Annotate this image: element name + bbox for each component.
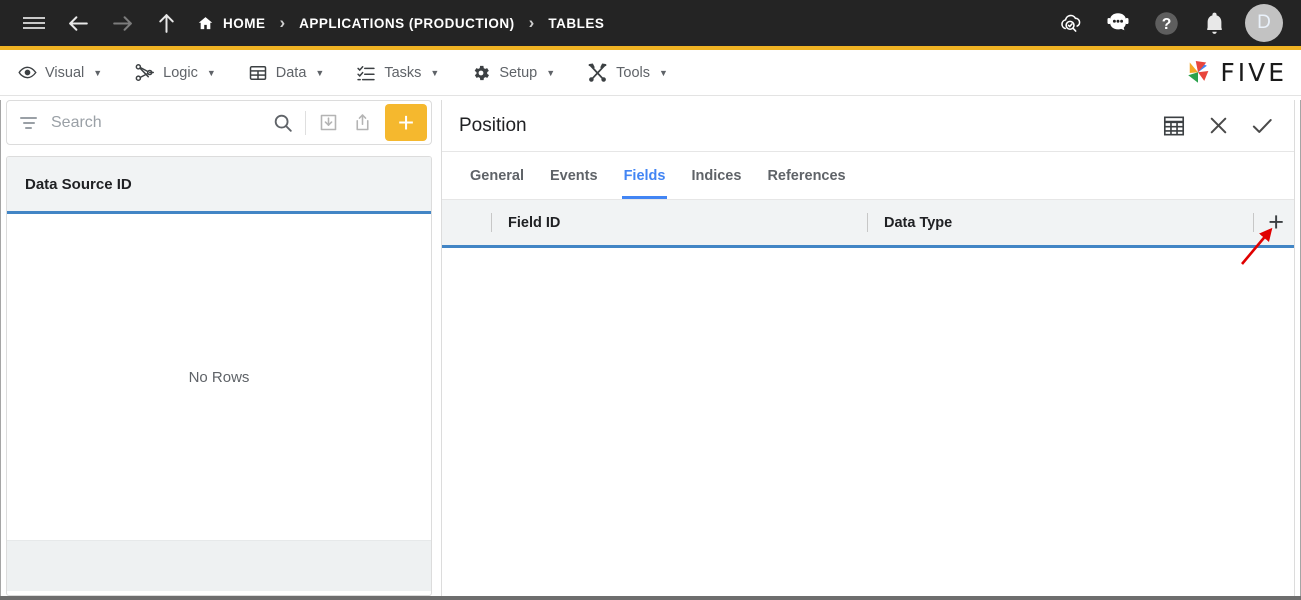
cloud-check-icon[interactable]: [1053, 6, 1087, 40]
records-sidebar: + Data Source ID No Rows: [6, 100, 432, 596]
records-list-body: No Rows: [7, 214, 431, 540]
fields-table-actions: +: [1253, 209, 1284, 236]
breadcrumb-item-applications[interactable]: APPLICATIONS (PRODUCTION): [299, 16, 515, 31]
add-field-button[interactable]: +: [1268, 209, 1284, 236]
detail-header: Position: [442, 100, 1294, 152]
user-avatar[interactable]: D: [1245, 4, 1283, 42]
tab-indices[interactable]: Indices: [678, 152, 754, 199]
menu-item-tools[interactable]: Tools ▼: [571, 50, 684, 96]
chevron-down-icon: ▼: [315, 68, 324, 78]
chevron-down-icon: ▼: [93, 68, 102, 78]
breadcrumb-item-tables[interactable]: TABLES: [548, 16, 604, 31]
breadcrumb-label: HOME: [223, 16, 266, 31]
help-icon[interactable]: ?: [1149, 6, 1183, 40]
up-button[interactable]: [149, 6, 183, 40]
window-bottom-border: [0, 596, 1301, 600]
menu-item-logic[interactable]: Logic ▼: [118, 50, 232, 96]
fields-table-header: Field ID Data Type +: [442, 200, 1294, 248]
column-header-data-source-id[interactable]: Data Source ID: [25, 176, 132, 193]
filter-icon[interactable]: [20, 117, 37, 129]
checklist-icon: [356, 63, 376, 83]
breadcrumb-item-home[interactable]: HOME: [197, 15, 266, 32]
menu-label: Data: [276, 65, 307, 81]
page-title: Position: [459, 115, 527, 137]
records-list-card: Data Source ID No Rows: [6, 156, 432, 596]
close-icon[interactable]: [1198, 106, 1238, 146]
menu-label: Logic: [163, 65, 198, 81]
detail-panel: Position General Events Fields Indices R…: [441, 100, 1295, 600]
empty-state-message: No Rows: [189, 369, 250, 386]
export-icon[interactable]: [345, 100, 379, 145]
menu-item-data[interactable]: Data ▼: [232, 50, 341, 96]
menu-item-visual[interactable]: Visual ▼: [0, 50, 118, 96]
records-list-footer: [7, 540, 431, 591]
fields-table-body: [442, 248, 1294, 588]
tab-label: Indices: [691, 168, 741, 184]
top-bar-actions: ? D: [1053, 4, 1301, 42]
eye-icon: [18, 63, 37, 82]
tab-label: References: [767, 168, 845, 184]
records-list-header: Data Source ID: [7, 157, 431, 214]
breadcrumb-label: TABLES: [548, 16, 604, 31]
home-icon: [197, 15, 214, 32]
tab-label: General: [470, 168, 524, 184]
tab-references[interactable]: References: [754, 152, 858, 199]
grid-view-icon[interactable]: [1154, 106, 1194, 146]
menu-item-tasks[interactable]: Tasks ▼: [340, 50, 455, 96]
confirm-check-icon[interactable]: [1242, 106, 1282, 146]
top-navigation-bar: HOME › APPLICATIONS (PRODUCTION) › TABLE…: [0, 0, 1301, 50]
breadcrumb-label: APPLICATIONS (PRODUCTION): [299, 16, 515, 31]
hamburger-menu-icon[interactable]: [17, 6, 51, 40]
chatbot-icon[interactable]: [1101, 6, 1135, 40]
column-divider: [1253, 213, 1254, 232]
chevron-down-icon: ▼: [430, 68, 439, 78]
forward-button[interactable]: [105, 6, 139, 40]
breadcrumb-separator: ›: [529, 13, 535, 33]
column-header-label: Field ID: [508, 215, 560, 231]
gear-icon: [471, 63, 491, 83]
tab-events[interactable]: Events: [537, 152, 611, 199]
menu-label: Tasks: [384, 65, 421, 81]
column-divider: [491, 213, 492, 232]
column-data-type[interactable]: Data Type: [867, 213, 952, 232]
search-icon[interactable]: [266, 100, 300, 145]
application-menu-bar: Visual ▼ Logic ▼ Data ▼ Tasks ▼: [0, 50, 1301, 96]
column-divider: [867, 213, 868, 232]
tab-general[interactable]: General: [457, 152, 537, 199]
svg-text:?: ?: [1161, 16, 1171, 33]
tools-icon: [587, 62, 608, 83]
add-record-button[interactable]: +: [385, 104, 427, 141]
nodes-icon: [134, 62, 155, 83]
toolbar-divider: [305, 111, 306, 135]
detail-header-actions: [1154, 106, 1294, 146]
tab-fields[interactable]: Fields: [611, 152, 679, 199]
table-grid-icon: [248, 63, 268, 83]
search-toolbar: +: [6, 100, 432, 145]
column-field-id[interactable]: Field ID: [491, 213, 560, 232]
tab-label: Events: [550, 168, 598, 184]
menu-label: Visual: [45, 65, 84, 81]
breadcrumb-separator: ›: [280, 13, 286, 33]
import-icon[interactable]: [311, 100, 345, 145]
five-pinwheel-icon: [1183, 58, 1213, 88]
window-left-border: [0, 100, 1, 600]
tab-label: Fields: [624, 168, 666, 184]
back-button[interactable]: [61, 6, 95, 40]
brand-name: FIVE: [1220, 58, 1287, 87]
column-header-label: Data Type: [884, 215, 952, 231]
menu-label: Tools: [616, 65, 650, 81]
brand-logo: FIVE: [1183, 58, 1301, 88]
detail-tabs: General Events Fields Indices References: [442, 152, 1294, 200]
bell-icon[interactable]: [1197, 6, 1231, 40]
chevron-down-icon: ▼: [659, 68, 668, 78]
menu-item-setup[interactable]: Setup ▼: [455, 50, 571, 96]
menu-label: Setup: [499, 65, 537, 81]
search-input[interactable]: [51, 114, 266, 132]
chevron-down-icon: ▼: [207, 68, 216, 78]
chevron-down-icon: ▼: [546, 68, 555, 78]
